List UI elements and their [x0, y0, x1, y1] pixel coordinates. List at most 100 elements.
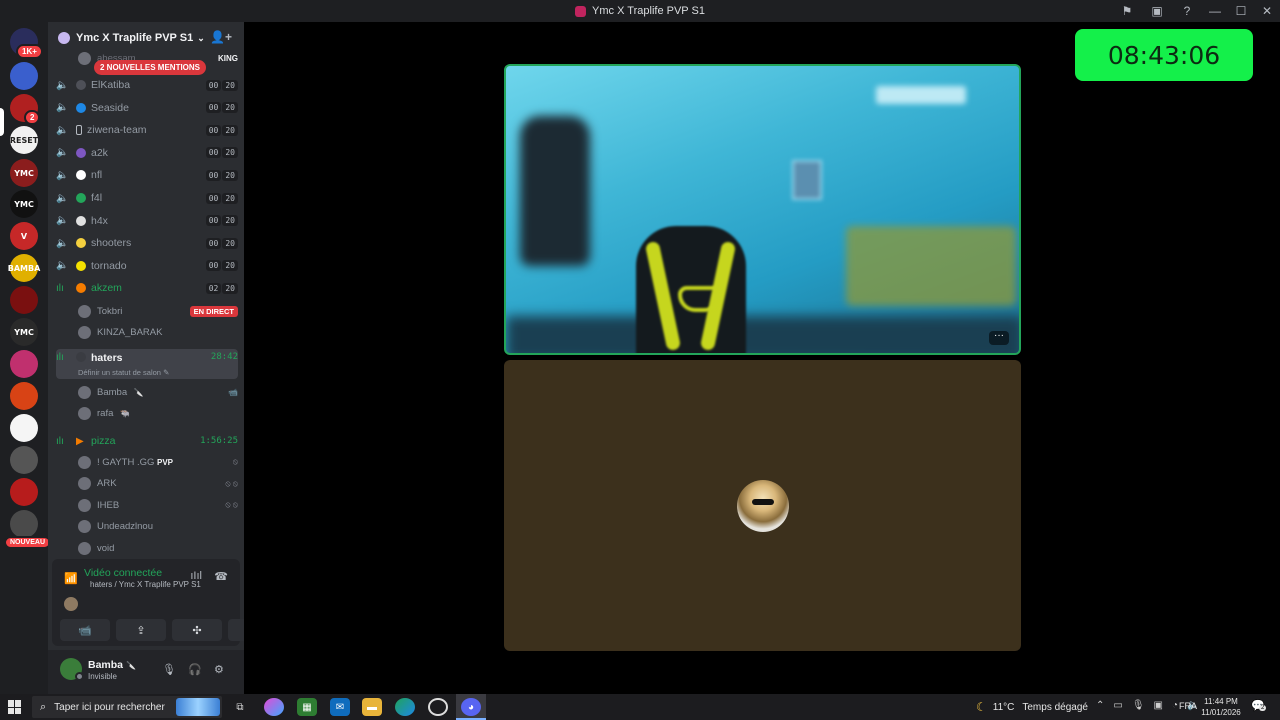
- voice-user[interactable]: rafa 🐃: [78, 404, 238, 424]
- discord-app-icon: [575, 5, 587, 17]
- edge-icon[interactable]: [395, 698, 415, 716]
- close-button[interactable]: ✕: [1254, 4, 1280, 18]
- voice-user[interactable]: ! GAYTH .GG PVP ⦸: [78, 452, 238, 472]
- voice-channel-nfl[interactable]: 🔈 nfl 00 20: [56, 164, 238, 186]
- pencil-icon: ✎: [163, 368, 170, 377]
- server-icon[interactable]: [10, 478, 38, 506]
- maximize-button[interactable]: ☐: [1228, 4, 1254, 18]
- network-icon[interactable]: ▭: [1113, 700, 1122, 711]
- video-tile-camera[interactable]: ···: [504, 64, 1021, 355]
- channel-dot: [76, 352, 86, 362]
- voice-channel-ziwena-team[interactable]: 🔈 ziwena-team 00 20: [56, 119, 238, 141]
- microphone-icon[interactable]: 🎙: [162, 663, 176, 676]
- microphone-icon[interactable]: 🎙: [1132, 700, 1145, 711]
- avatar: [78, 385, 91, 399]
- voice-channel-pizza[interactable]: ılı ▶ pizza 1:56:25: [56, 430, 238, 452]
- copilot-icon[interactable]: [264, 698, 284, 716]
- user-limit: 00 20: [205, 169, 238, 181]
- server-icon[interactable]: V: [10, 222, 38, 250]
- voice-user[interactable]: IHEB ⦸ ⦸: [78, 495, 238, 515]
- store-icon[interactable]: ▦: [297, 698, 317, 716]
- voice-channel-Seaside[interactable]: 🔈 Seaside 00 20: [56, 97, 238, 119]
- user-name[interactable]: Bamba 🔪: [88, 659, 136, 671]
- server-icon[interactable]: BAMBA: [8, 254, 40, 282]
- voice-user[interactable]: Bamba 🔪 📹: [78, 382, 238, 402]
- weather-desc: Temps dégagé: [1022, 701, 1088, 713]
- voice-channel-ElKatiba[interactable]: 🔈 ElKatiba 00 20: [56, 74, 238, 96]
- voice-channel-f4l[interactable]: 🔈 f4l 00 20: [56, 187, 238, 209]
- search-placeholder: Taper ici pour rechercher: [54, 701, 165, 713]
- user-count: 00: [205, 237, 222, 249]
- language-indicator[interactable]: FRA: [1179, 701, 1197, 711]
- voice-channel-h4x[interactable]: 🔈 h4x 00 20: [56, 210, 238, 232]
- camera-icon[interactable]: ▣: [1154, 700, 1163, 711]
- disconnect-icon[interactable]: ☎: [214, 570, 228, 583]
- outlook-icon[interactable]: ✉: [330, 698, 350, 716]
- taskbar-date: 11/01/2026: [1201, 708, 1241, 717]
- taskbar-search[interactable]: ⌕ Taper ici pour rechercher: [32, 696, 222, 718]
- server-icon[interactable]: RESET: [10, 126, 38, 154]
- unread-badge: 1K+: [16, 44, 43, 59]
- add-user-icon[interactable]: 👤+: [210, 30, 232, 44]
- headphones-icon[interactable]: 🎧: [188, 663, 202, 676]
- help-icon[interactable]: ?: [1172, 4, 1202, 18]
- server-icon[interactable]: [10, 414, 38, 442]
- obs-icon[interactable]: [428, 698, 448, 716]
- minimize-button[interactable]: —: [1202, 4, 1228, 18]
- task-view-icon[interactable]: ⧉: [230, 698, 250, 716]
- user-max: 20: [222, 192, 238, 204]
- avatar: [78, 455, 91, 469]
- gear-icon[interactable]: ⚙: [214, 663, 224, 676]
- server-icon[interactable]: YMC: [10, 318, 38, 346]
- participant-tile[interactable]: [504, 360, 1021, 651]
- voice-channel-shooters[interactable]: 🔈 shooters 00 20: [56, 232, 238, 254]
- activities-button[interactable]: ✣: [172, 619, 222, 641]
- notification-icon[interactable]: 💬 2: [1251, 699, 1267, 712]
- set-channel-status[interactable]: Définir un statut de salon ✎: [78, 368, 169, 377]
- soundboard-button[interactable]: ✨: [228, 619, 244, 641]
- search-highlight-image: [176, 698, 220, 716]
- screenshare-button[interactable]: ⇪: [116, 619, 166, 641]
- voice-user[interactable]: void: [78, 538, 238, 558]
- voice-location[interactable]: haters / Ymc X Traplife PVP S1: [90, 580, 201, 589]
- windows-start-icon[interactable]: [8, 700, 22, 714]
- channel-emoji-icon: [76, 260, 86, 271]
- speaker-icon: 🔈: [56, 237, 69, 249]
- file-explorer-icon[interactable]: ▬: [362, 698, 382, 716]
- discord-taskbar-icon[interactable]: ◕: [461, 698, 481, 716]
- voice-user[interactable]: KINZA_BARAK: [78, 323, 238, 343]
- voice-channel-akzem[interactable]: ılı akzem 02 20: [56, 277, 238, 299]
- new-servers-badge[interactable]: NOUVEAU: [4, 536, 48, 549]
- voice-user-name-text: IHEB: [97, 499, 120, 511]
- inbox-icon[interactable]: ⚑: [1112, 4, 1142, 18]
- voice-user[interactable]: Tokbri EN DIRECT: [78, 301, 238, 321]
- screen-icon[interactable]: ▣: [1142, 4, 1172, 18]
- server-icon[interactable]: YMC: [10, 159, 38, 187]
- noise-suppression-icon[interactable]: ıIıl: [190, 570, 202, 582]
- server-icon[interactable]: YMC: [10, 190, 38, 218]
- voice-user-name-text: ARK: [97, 478, 117, 489]
- user-name-text: Bamba: [88, 659, 124, 671]
- voice-user[interactable]: Undeadzlnou: [78, 517, 238, 537]
- more-options-button[interactable]: ···: [989, 331, 1009, 345]
- voice-channel-tornado[interactable]: 🔈 tornado 00 20: [56, 255, 238, 277]
- server-icon[interactable]: [10, 286, 38, 314]
- voice-channel-name: a2k: [91, 146, 108, 159]
- taskbar-clock[interactable]: 11:44 PM 11/01/2026: [1201, 696, 1241, 718]
- server-icon[interactable]: [10, 350, 38, 378]
- user-count: 00: [205, 169, 222, 181]
- avatar: [78, 498, 91, 512]
- server-icon[interactable]: [10, 382, 38, 410]
- server-icon[interactable]: [10, 446, 38, 474]
- server-icon[interactable]: [10, 62, 38, 90]
- voice-channel-a2k[interactable]: 🔈 a2k 00 20: [56, 142, 238, 164]
- mentions-badge[interactable]: 2 NOUVELLES MENTIONS: [94, 60, 207, 75]
- wifi-icon[interactable]: ◔: [1172, 700, 1178, 711]
- voice-user-name: ! GAYTH .GG PVP: [97, 457, 229, 468]
- weather-widget[interactable]: ☾ 11°C Temps dégagé: [976, 700, 1088, 714]
- selected-server-pill: [0, 108, 4, 136]
- voice-user[interactable]: ARK ⦸ ⦸: [78, 474, 238, 494]
- camera-button[interactable]: 📹: [60, 619, 110, 641]
- server-icon[interactable]: [10, 510, 38, 538]
- chevron-up-icon[interactable]: ⌃: [1096, 700, 1104, 711]
